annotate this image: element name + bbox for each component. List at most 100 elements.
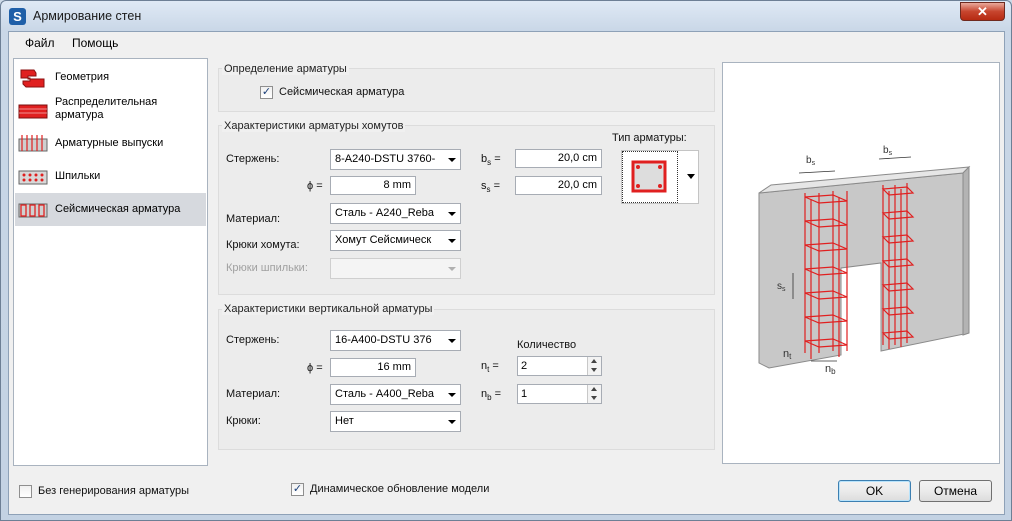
ss-field[interactable]: 20,0 cm [515,176,602,195]
sidebar-item-distribution[interactable]: Распределительная арматура [15,94,206,127]
seismic-checkbox[interactable]: ✓ [260,86,273,99]
sidebar-item-label: Геометрия [55,71,110,83]
arrow-up-icon [591,359,597,363]
stirrup-material-label: Материал: [226,213,281,225]
app-icon: S [9,8,26,25]
vertical-phi-field[interactable]: 16 mm [330,358,416,377]
rebar-type-label: Тип арматуры: [612,132,687,144]
definition-group-title: Определение арматуры [222,63,349,75]
vertical-phi-label: ϕ = [307,362,323,374]
chevron-down-icon [448,239,456,243]
vertical-hooks-label: Крюки: [226,415,261,427]
stirrup-material-value: Сталь - A240_Reba [335,207,435,219]
nb-eq: = [494,388,502,400]
preview-nb: nb [825,363,836,376]
count-label: Количество [517,339,577,351]
nb-stepper-buttons[interactable] [587,385,601,403]
preview-bs-left: bs [806,155,816,167]
pin-hooks-label: Крюки шпильки: [226,262,308,274]
arrow-down-icon [591,396,597,400]
chevron-down-icon [448,393,456,397]
rebar-type-picker[interactable] [621,150,699,204]
stirrup-type-icon [631,160,667,193]
ok-button[interactable]: OK [838,480,911,502]
stirrup-hooks-value: Хомут Сейсмическ [335,234,432,246]
close-button[interactable]: ✕ [960,2,1005,21]
sidebar-item-pins[interactable]: Шпильки [15,160,206,193]
sidebar-item-label: Сейсмическая арматура [55,203,181,215]
vertical-bar-combo[interactable]: 16-A400-DSTU 376 [330,330,461,351]
stirrups-group-title: Характеристики арматуры хомутов [222,120,406,132]
seismic-rebar-icon [18,203,48,218]
sidebar-item-label: Арматурные выпуски [55,137,164,149]
nt-value: 2 [521,360,528,372]
vertical-group-title: Характеристики вертикальной арматуры [222,303,435,315]
vertical-bar-value: 16-A400-DSTU 376 [335,334,432,346]
preview-ss-sub: s [782,286,786,293]
bs-sub: s [487,158,492,167]
stirrup-phi-label: ϕ = [307,180,323,192]
nt-sub: t [487,365,490,374]
seismic-checkbox-label: Сейсмическая арматура [279,86,405,98]
stirrup-bar-value: 8-A240-DSTU 3760- [335,153,436,165]
arrow-up-icon [591,387,597,391]
ss-eq: = [493,180,500,192]
stirrup-bar-combo[interactable]: 8-A240-DSTU 3760- [330,149,461,170]
sidebar-item-label: Шпильки [55,170,101,182]
ss-sub: s [486,185,491,194]
bs-field[interactable]: 20,0 cm [515,149,602,168]
nb-sub: b [487,393,492,402]
chevron-down-icon [448,158,456,162]
sidebar: Геометрия Распределительная арматура Арм… [13,58,208,466]
menu-bar: Файл Помощь [9,32,1004,54]
no-generation-label: Без генерирования арматуры [38,485,190,497]
vertical-hooks-value: Нет [335,415,354,427]
preview-bs-left-sub: s [812,160,816,167]
stirrup-hooks-combo[interactable]: Хомут Сейсмическ [330,230,461,251]
menu-file[interactable]: Файл [25,36,55,50]
distribution-rebar-icon [18,104,48,119]
vertical-material-value: Сталь - A400_Reba [335,388,435,400]
bs-eq: = [494,153,501,165]
nt-stepper[interactable]: 2 [517,356,602,376]
vertical-group [218,309,715,450]
preview-nb-sub: b [831,367,836,376]
pin-hooks-combo [330,258,461,279]
nt-stepper-buttons[interactable] [587,357,601,375]
no-generation-checkbox[interactable] [19,485,32,498]
nb-value: 1 [521,388,528,400]
stirrup-material-combo[interactable]: Сталь - A240_Reba [330,203,461,224]
vertical-bar-label: Стержень: [226,334,280,346]
nb-label: nb = [481,388,501,402]
vertical-hooks-combo[interactable]: Нет [330,411,461,432]
chevron-down-icon [448,267,456,271]
stirrup-bar-label: Стержень: [226,153,280,165]
stirrup-phi-field[interactable]: 8 mm [330,176,416,195]
sidebar-item-geometry[interactable]: Геометрия [15,61,206,94]
wall-3d-preview: bs bs ss nt nb [758,145,971,376]
nt-eq: = [492,360,499,372]
wall-side-face [962,165,970,336]
menu-help[interactable]: Помощь [72,36,118,50]
vertical-material-combo[interactable]: Сталь - A400_Reba [330,384,461,405]
ss-label: ss = [481,180,500,194]
nb-stepper[interactable]: 1 [517,384,602,404]
sidebar-item-outlets[interactable]: Арматурные выпуски [15,127,206,160]
chevron-down-icon [448,339,456,343]
cancel-button[interactable]: Отмена [919,480,992,502]
window-title: Армирование стен [33,9,142,23]
outlet-rebar-icon [18,135,48,152]
dynamic-update-checkbox[interactable]: ✓ [291,483,304,496]
preview-panel: bs bs ss nt nb [722,62,1000,464]
preview-bs-right: bs [883,145,893,157]
stirrup-hooks-label: Крюки хомута: [226,239,300,251]
client-area: Файл Помощь Геометрия Распределительная … [8,31,1005,515]
sidebar-item-label: Распределительная арматура [55,96,158,121]
chevron-down-icon [687,174,695,179]
wall-front-face [758,172,970,369]
sidebar-item-seismic[interactable]: Сейсмическая арматура [15,193,206,226]
rebar-type-preview [622,151,678,203]
title-bar[interactable]: S Армирование стен ✕ [1,1,1011,31]
nt-label: nt = [481,360,499,374]
chevron-down-icon [448,212,456,216]
